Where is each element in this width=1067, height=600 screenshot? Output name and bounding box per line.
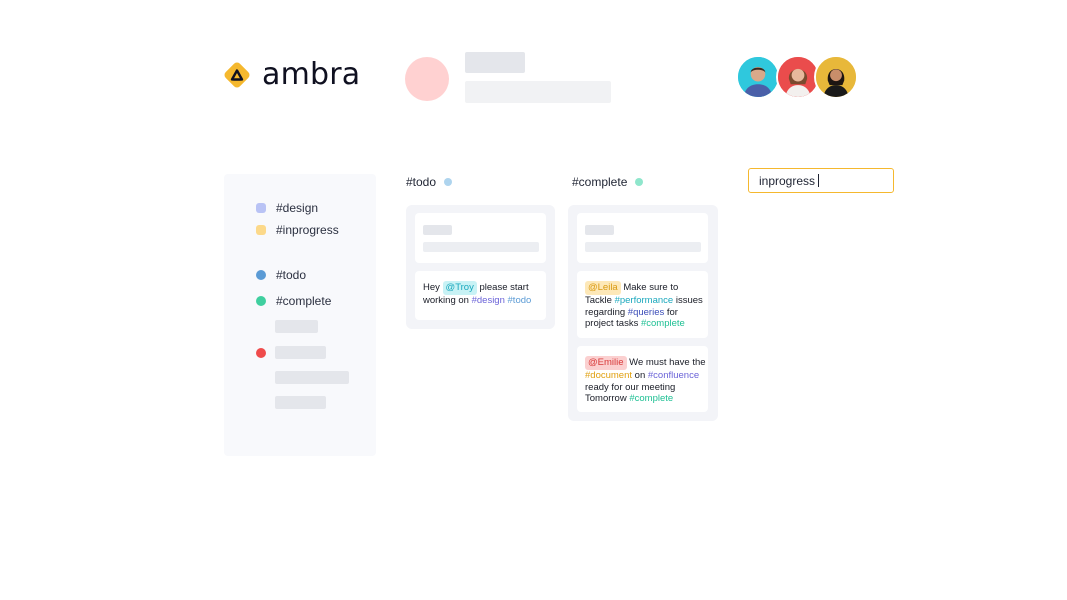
tag-search-input[interactable]: inprogress bbox=[748, 168, 894, 193]
sidebar-placeholder bbox=[275, 396, 326, 409]
column-status-dot bbox=[635, 178, 644, 186]
complete-column: @Leila Make sure to Tackle #performance … bbox=[568, 205, 718, 421]
sidebar-item-design[interactable]: #design bbox=[256, 201, 318, 215]
text-caret bbox=[818, 174, 820, 187]
avatar[interactable] bbox=[736, 55, 780, 99]
card-placeholder-line bbox=[585, 242, 701, 252]
sidebar-item-label: #complete bbox=[276, 294, 332, 308]
sidebar-red-dot bbox=[256, 348, 266, 358]
mention-emilie[interactable]: @Emilie bbox=[585, 356, 627, 370]
brand-name: ambra bbox=[262, 57, 361, 92]
sidebar-item-complete[interactable]: #complete bbox=[256, 294, 331, 308]
tag-color-dot bbox=[256, 270, 266, 280]
task-card-text: @Leila Make sure to Tackle #performance … bbox=[585, 281, 707, 330]
sidebar-placeholder bbox=[275, 320, 318, 333]
sidebar-placeholder bbox=[275, 371, 349, 384]
avatar[interactable] bbox=[814, 55, 858, 99]
placeholder-card[interactable] bbox=[577, 213, 708, 263]
sidebar-item-inprogress[interactable]: #inprogress bbox=[256, 223, 339, 237]
task-card[interactable]: @Leila Make sure to Tackle #performance … bbox=[577, 271, 708, 338]
card-placeholder-title bbox=[585, 225, 614, 235]
card-text-segment: Hey bbox=[423, 282, 443, 293]
subtitle-placeholder bbox=[465, 81, 611, 103]
tag-color-dot bbox=[256, 225, 266, 235]
sidebar-item-label: #todo bbox=[276, 268, 307, 282]
column-title-todo[interactable]: #todo bbox=[406, 175, 453, 189]
ambra-logo[interactable]: ambra bbox=[222, 60, 360, 90]
tag-confluence[interactable]: #confluence bbox=[648, 370, 699, 381]
task-card[interactable]: @Emilie We must have the #document on #c… bbox=[577, 346, 708, 412]
todo-column: Hey @Troy please start working on #desig… bbox=[406, 205, 555, 329]
search-input-value: inprogress bbox=[759, 173, 816, 188]
tag-color-dot bbox=[256, 296, 266, 306]
card-placeholder-line bbox=[423, 242, 539, 252]
profile-placeholder-circle bbox=[405, 57, 449, 101]
task-card-text: @Emilie We must have the #document on #c… bbox=[585, 356, 707, 405]
tag-color-dot bbox=[256, 203, 266, 213]
column-title-complete[interactable]: #complete bbox=[572, 175, 644, 189]
avatar-man-icon bbox=[738, 57, 778, 97]
column-title-label: #complete bbox=[572, 175, 628, 189]
tag-complete[interactable]: #complete bbox=[641, 318, 685, 329]
sidebar-placeholder bbox=[275, 346, 326, 359]
card-text-segment: on bbox=[632, 370, 648, 381]
sidebar-item-todo[interactable]: #todo bbox=[256, 268, 306, 282]
mention-troy[interactable]: @Troy bbox=[442, 281, 477, 295]
sidebar-item-label: #design bbox=[276, 201, 319, 215]
tag-complete[interactable]: #complete bbox=[629, 393, 673, 404]
ambra-logo-icon bbox=[224, 62, 250, 88]
sidebar-item-label: #inprogress bbox=[276, 223, 339, 237]
tags-sidebar: #design #inprogress #todo #complete bbox=[224, 174, 376, 456]
task-card-text: Hey @Troy please start working on #desig… bbox=[423, 281, 543, 307]
tag-design[interactable]: #design bbox=[472, 295, 505, 306]
tag-performance[interactable]: #performance bbox=[615, 295, 674, 306]
avatar-woman-icon bbox=[816, 57, 856, 97]
avatar-woman-icon bbox=[778, 57, 818, 97]
tag-queries[interactable]: #queries bbox=[628, 307, 664, 318]
card-text-segment: We must have the bbox=[626, 357, 706, 368]
mention-leila[interactable]: @Leila bbox=[585, 281, 621, 295]
card-placeholder-title bbox=[423, 225, 452, 235]
task-card[interactable]: Hey @Troy please start working on #desig… bbox=[415, 271, 546, 320]
tag-document[interactable]: #document bbox=[585, 370, 632, 381]
column-status-dot bbox=[444, 178, 453, 186]
tag-todo[interactable]: #todo bbox=[508, 295, 532, 306]
column-title-label: #todo bbox=[406, 175, 437, 189]
title-placeholder bbox=[465, 52, 525, 73]
placeholder-card[interactable] bbox=[415, 213, 546, 263]
